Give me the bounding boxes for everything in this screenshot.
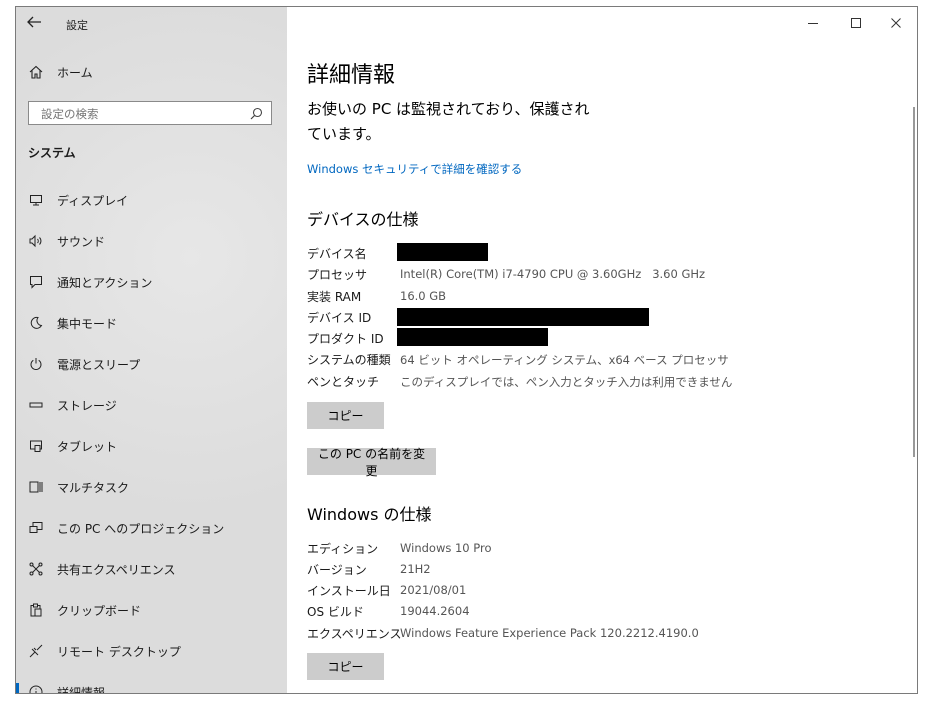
sidebar-item-label: 集中モード [57,316,118,331]
copy-device-spec-button[interactable]: コピー [307,402,384,429]
spec-label: デバイス ID [307,311,372,325]
spec-label: OS ビルド [307,605,364,619]
redacted-device-id [397,308,649,326]
spec-value: Windows 10 Pro [400,541,492,555]
search-icon [250,107,263,120]
page-title: 詳細情報 [307,63,396,88]
close-button[interactable] [890,17,910,33]
spec-label: デバイス名 [307,247,367,261]
sidebar-item-home[interactable]: ホーム [16,55,287,89]
sidebar-item-shared-experiences[interactable]: 共有エクスペリエンス [16,552,287,586]
sidebar-item-label: ディスプレイ [57,193,129,208]
windows-spec-title: Windows の仕様 [307,505,432,524]
back-button[interactable] [26,15,50,33]
sidebar: 設定 ホーム システム ディスプレイ サウンド [16,7,287,693]
storage-icon [28,397,44,413]
sidebar-item-sound[interactable]: サウンド [16,224,287,258]
app-title: 設定 [66,19,88,32]
shared-experience-icon [28,561,44,577]
sidebar-item-label: クリップボード [57,603,142,618]
search-input[interactable] [39,103,248,125]
sidebar-item-label: 通知とアクション [57,275,153,290]
maximize-button[interactable] [850,17,870,33]
spec-value: このディスプレイでは、ペン入力とタッチ入力は利用できません [400,375,733,389]
spec-label: インストール日 [307,584,391,598]
sidebar-item-multitask[interactable]: マルチタスク [16,470,287,504]
clipboard-icon [28,602,44,618]
sidebar-item-label: この PC へのプロジェクション [57,521,225,536]
sidebar-item-label: リモート デスクトップ [57,644,181,659]
settings-window: 設定 ホーム システム ディスプレイ サウンド [15,6,918,694]
spec-value: 64 ビット オペレーティング システム、x64 ベース プロセッサ [400,353,729,367]
power-icon [28,356,44,372]
sidebar-item-label: ホーム [57,65,93,80]
main-content: 詳細情報 お使いの PC は監視されており、保護され ています。 Windows… [287,7,917,693]
sidebar-item-clipboard[interactable]: クリップボード [16,593,287,627]
spec-label: エディション [307,542,379,556]
sidebar-item-focus[interactable]: 集中モード [16,306,287,340]
spec-label: ペンとタッチ [307,375,380,389]
tablet-icon [28,438,44,454]
notification-icon [28,274,44,290]
sidebar-item-label: サウンド [57,234,106,249]
remote-desktop-icon [28,643,44,659]
security-link[interactable]: Windows セキュリティで詳細を確認する [307,161,522,177]
spec-label: エクスペリエンス [307,627,402,641]
sidebar-item-remote-desktop[interactable]: リモート デスクトップ [16,634,287,668]
spec-value: 19044.2604 [400,604,470,618]
sidebar-item-about[interactable]: 詳細情報 [16,675,287,694]
info-icon [28,684,44,693]
sidebar-item-tablet[interactable]: タブレット [16,429,287,463]
redacted-device-name [397,243,488,261]
sidebar-item-display[interactable]: ディスプレイ [16,183,287,217]
search-box[interactable] [28,101,272,125]
back-arrow-icon [27,16,41,28]
protection-status-line1: お使いの PC は監視されており、保護され [307,100,590,118]
sidebar-item-label: タブレット [57,439,118,454]
sidebar-section-title: システム [28,146,76,160]
scrollbar-thumb[interactable] [913,107,915,457]
spec-label: プロセッサ [307,268,368,282]
copy-windows-spec-button[interactable]: コピー [307,653,384,680]
moon-icon [28,315,44,331]
maximize-icon [851,18,861,28]
sidebar-item-notifications[interactable]: 通知とアクション [16,265,287,299]
spec-value: 2021/08/01 [400,583,467,597]
device-spec-title: デバイスの仕様 [307,210,419,229]
spec-value: Windows Feature Experience Pack 120.2212… [400,626,699,640]
rename-pc-button[interactable]: この PC の名前を変更 [307,447,436,478]
sidebar-item-storage[interactable]: ストレージ [16,388,287,422]
spec-value: Intel(R) Core(TM) i7-4790 CPU @ 3.60GHz … [400,267,706,281]
close-icon [891,18,901,28]
protection-status-line2: ています。 [307,125,381,143]
sidebar-item-label: マルチタスク [57,480,130,495]
spec-label: 実装 RAM [307,290,362,304]
sidebar-item-label: 電源とスリープ [57,357,141,372]
sidebar-item-projection[interactable]: この PC へのプロジェクション [16,511,287,545]
active-indicator [16,683,19,693]
sidebar-item-label: 詳細情報 [57,685,106,694]
home-icon [28,64,44,80]
spec-label: バージョン [307,563,367,577]
spec-value: 16.0 GB [400,289,447,303]
redacted-product-id [397,328,548,346]
multitask-icon [28,479,44,495]
spec-value: 21H2 [400,562,431,576]
spec-label: プロダクト ID [307,332,384,346]
sidebar-item-label: 共有エクスペリエンス [57,562,176,577]
minimize-icon [808,23,818,24]
speaker-icon [28,233,44,249]
sidebar-item-power[interactable]: 電源とスリープ [16,347,287,381]
projection-icon [28,520,44,536]
sidebar-item-label: ストレージ [57,398,117,413]
minimize-button[interactable] [807,17,827,33]
spec-label: システムの種類 [307,353,391,367]
display-icon [28,192,44,208]
